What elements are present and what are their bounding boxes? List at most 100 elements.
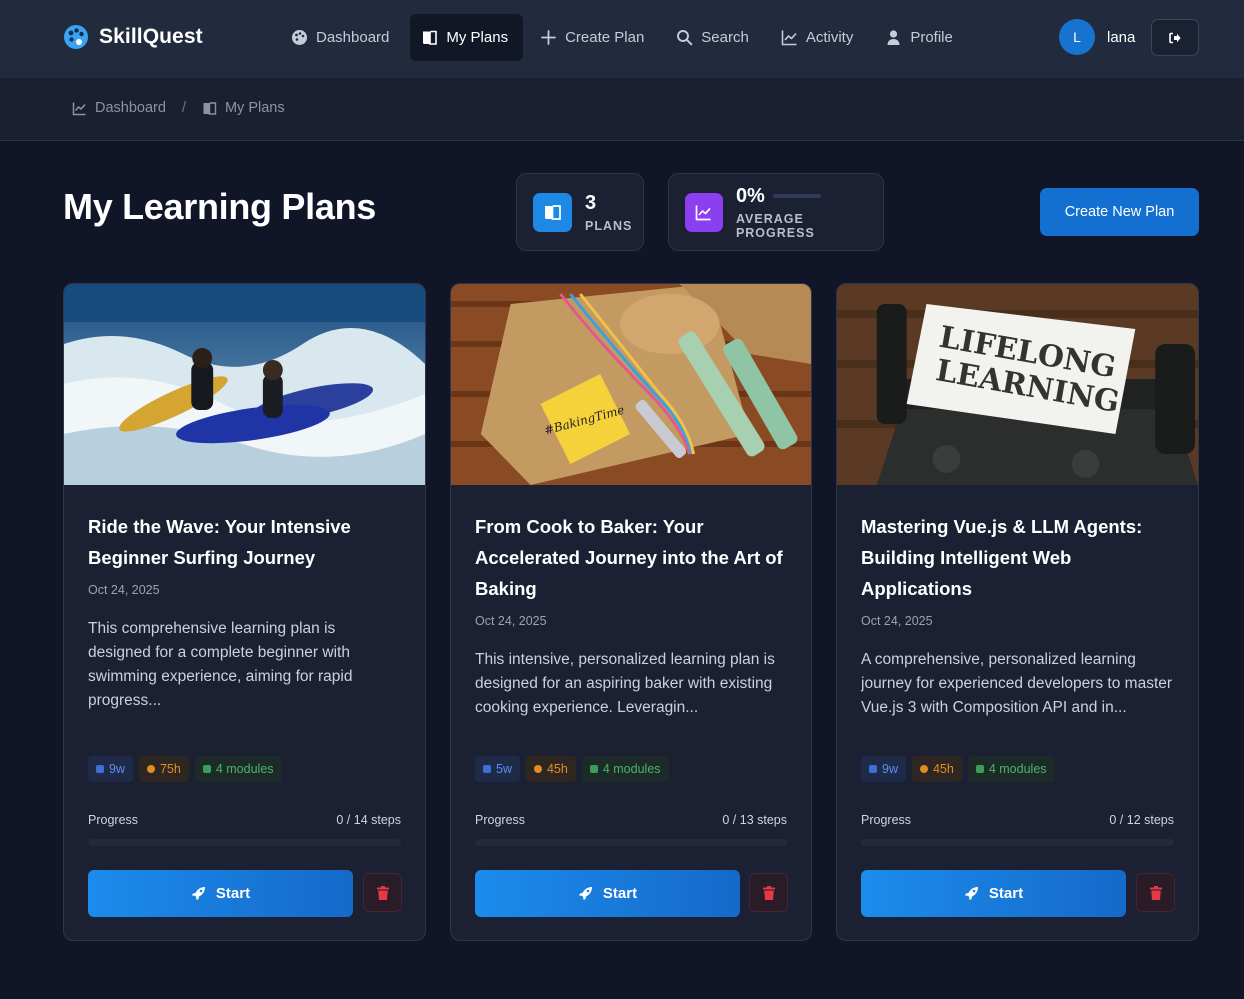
progress-row: Progress 0 / 12 steps [861, 813, 1174, 827]
breadcrumb-my-plans: My Plans [202, 100, 285, 116]
stat-plans-label: PLANS [585, 218, 633, 233]
tag-hours: 75h [138, 756, 189, 782]
user-menu[interactable]: L lana [1059, 19, 1135, 55]
nav-search-label: Search [701, 29, 749, 46]
clock-icon [533, 765, 542, 773]
plan-description: This comprehensive learning plan is desi… [88, 620, 353, 709]
plan-title[interactable]: Ride the Wave: Your Intensive Beginner S… [88, 511, 401, 573]
tag-weeks-label: 9w [109, 762, 125, 776]
plan-card-body: Mastering Vue.js & LLM Agents: Building … [861, 485, 1174, 744]
logout-button[interactable] [1151, 19, 1199, 56]
plan-image-surfing [64, 284, 425, 485]
progress-steps: 0 / 12 steps [1109, 813, 1174, 827]
nav-my-plans[interactable]: My Plans [410, 14, 524, 61]
progress-bar [861, 839, 1174, 846]
stat-progress-text: 0% AVERAGE PROGRESS [736, 185, 883, 240]
progress-row: Progress 0 / 13 steps [475, 813, 787, 827]
plus-icon [541, 30, 556, 45]
delete-button[interactable] [749, 873, 788, 912]
nav-create-plan[interactable]: Create Plan [529, 14, 659, 61]
plan-date: Oct 24, 2025 [88, 583, 160, 597]
tag-weeks-label: 9w [882, 762, 898, 776]
stat-plans-value: 3 [585, 191, 597, 214]
tag-hours: 45h [525, 756, 576, 782]
plan-card[interactable]: Ride the Wave: Your Intensive Beginner S… [63, 283, 426, 941]
rocket-icon [964, 887, 978, 900]
plan-date: Oct 24, 2025 [861, 614, 933, 628]
plan-description: A comprehensive, personalized learning j… [861, 651, 1173, 716]
plan-date: Oct 24, 2025 [475, 614, 547, 628]
plan-card-body: From Cook to Baker: Your Accelerated Jou… [475, 485, 787, 744]
delete-button[interactable] [1136, 873, 1175, 912]
main-nav: Dashboard My Plans Create Plan Search Ac… [280, 14, 968, 61]
progress-label: Progress [861, 813, 912, 827]
rocket-icon [191, 887, 205, 900]
palette-logo-icon [64, 25, 88, 49]
brand[interactable]: SkillQuest [63, 24, 203, 50]
page-title: My Learning Plans [63, 186, 376, 227]
book-icon [533, 192, 572, 232]
tag-weeks: 9w [88, 756, 133, 782]
nav-activity[interactable]: Activity [770, 14, 869, 61]
plan-card[interactable]: #BakingTime From Cook to Baker: Your Acc… [450, 283, 812, 941]
book-icon [203, 101, 217, 115]
tag-weeks: 9w [861, 756, 906, 782]
average-progress-bar [772, 194, 821, 198]
book-icon [423, 30, 438, 45]
chart-line-icon [685, 192, 723, 232]
progress-label: Progress [475, 813, 526, 827]
nav-dashboard-label: Dashboard [316, 29, 390, 46]
logout-icon [1169, 32, 1181, 43]
plan-title[interactable]: From Cook to Baker: Your Accelerated Jou… [475, 511, 787, 604]
plan-card[interactable]: LIFELONG LEARNING Mastering Vue.js & LLM… [836, 283, 1199, 941]
stat-plans-text: 3 PLANS [585, 192, 632, 233]
nav-my-plans-label: My Plans [446, 29, 509, 46]
nav-search[interactable]: Search [665, 14, 764, 61]
start-label: Start [602, 885, 638, 902]
brand-name: SkillQuest [99, 25, 203, 48]
tag-modules: 4 modules [967, 756, 1055, 782]
tag-weeks-label: 5w [496, 762, 512, 776]
plan-tags: 9w 45h 4 modules [861, 756, 1055, 782]
tag-modules: 4 modules [581, 756, 669, 782]
trash-icon [762, 885, 775, 900]
breadcrumb-bar: Dashboard / My Plans [0, 78, 1244, 141]
top-navbar: SkillQuest Dashboard My Plans Create Pla… [0, 0, 1244, 78]
breadcrumb-dashboard[interactable]: Dashboard [72, 100, 166, 116]
start-button[interactable]: Start [861, 870, 1126, 917]
book-icon [202, 765, 211, 773]
nav-profile[interactable]: Profile [874, 14, 968, 61]
clock-icon [146, 765, 155, 773]
progress-steps: 0 / 14 steps [336, 813, 401, 827]
plan-title[interactable]: Mastering Vue.js & LLM Agents: Building … [861, 511, 1174, 604]
delete-button[interactable] [363, 873, 402, 912]
avatar[interactable]: L [1059, 19, 1095, 55]
tag-hours-label: 45h [932, 762, 954, 776]
start-label: Start [988, 885, 1024, 902]
progress-bar [88, 839, 401, 846]
tag-weeks: 5w [475, 756, 520, 782]
stat-progress-value-row: 0% [736, 185, 883, 208]
breadcrumb-separator: / [181, 100, 186, 116]
tag-modules-label: 4 modules [215, 762, 274, 776]
stat-progress-label: AVERAGE PROGRESS [735, 211, 815, 240]
start-button[interactable]: Start [88, 870, 353, 917]
tag-modules: 4 modules [194, 756, 282, 782]
nav-create-plan-label: Create Plan [565, 29, 645, 46]
start-button[interactable]: Start [475, 870, 740, 917]
clock-icon [919, 765, 928, 773]
tag-modules-label: 4 modules [602, 762, 661, 776]
nav-dashboard[interactable]: Dashboard [280, 14, 404, 61]
plan-card-body: Ride the Wave: Your Intensive Beginner S… [88, 485, 401, 713]
rocket-icon [578, 887, 592, 900]
trash-icon [1149, 885, 1162, 900]
user-icon [887, 30, 900, 45]
calendar-icon [869, 765, 877, 773]
plan-tags: 5w 45h 4 modules [475, 756, 669, 782]
tag-modules-label: 4 modules [988, 762, 1047, 776]
progress-label: Progress [88, 813, 139, 827]
nav-profile-label: Profile [910, 29, 953, 46]
nav-activity-label: Activity [805, 29, 854, 46]
create-new-plan-button[interactable]: Create New Plan [1040, 188, 1199, 236]
start-label: Start [215, 885, 251, 902]
